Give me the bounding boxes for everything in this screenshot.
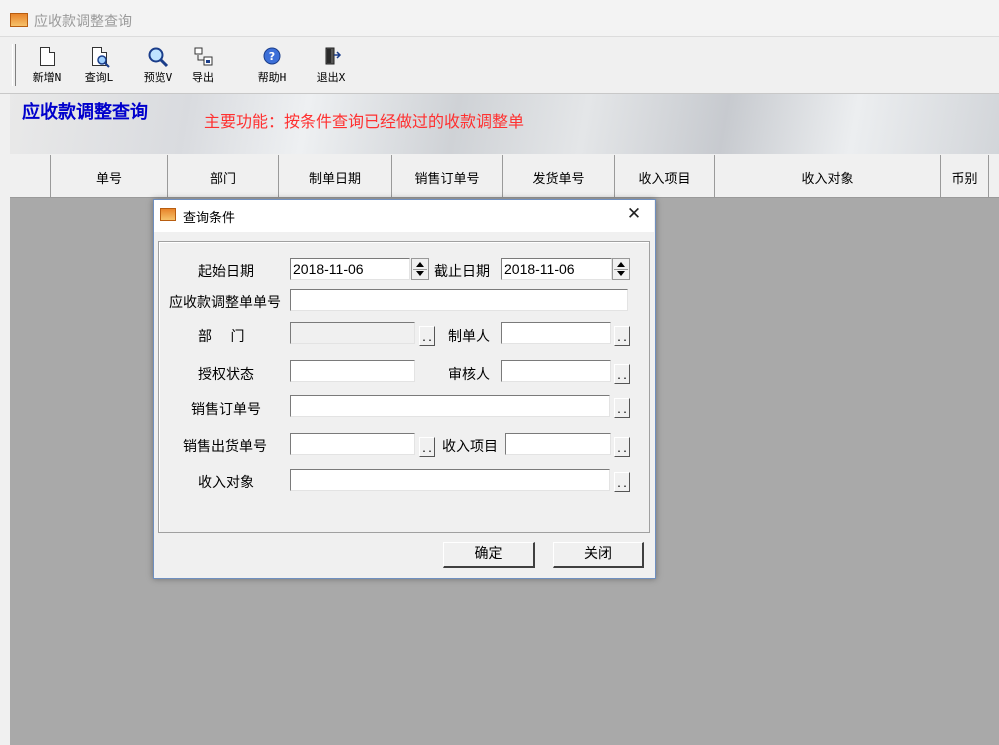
toolbar-grip[interactable] xyxy=(12,44,16,86)
preview-button[interactable]: 预览V xyxy=(136,44,180,88)
help-button[interactable]: ? 帮助H xyxy=(250,44,294,88)
query-button-label: 查询L xyxy=(84,71,114,84)
left-edge xyxy=(0,94,10,745)
close-button[interactable]: 关闭 xyxy=(553,542,644,568)
auth-status-field[interactable] xyxy=(290,360,415,382)
page-description: 主要功能：按条件查询已经做过的收款调整单 xyxy=(204,112,525,131)
delivery-no-browse-button[interactable]: .. xyxy=(419,437,435,457)
query-document-icon xyxy=(88,46,110,68)
new-button-label: 新增N xyxy=(32,71,62,84)
help-button-label: 帮助H xyxy=(257,71,287,84)
income-item-browse-button[interactable]: .. xyxy=(614,437,630,457)
department-field[interactable] xyxy=(290,322,415,344)
grid-column-header[interactable]: 发货单号 xyxy=(503,155,615,197)
adjust-no-field[interactable] xyxy=(290,289,628,311)
sales-order-label: 销售订单号 xyxy=(191,402,261,418)
magnifier-icon xyxy=(147,46,169,68)
grid-column-header[interactable]: 单号 xyxy=(51,155,168,197)
end-date-label: 截止日期 xyxy=(434,264,490,280)
export-icon xyxy=(192,46,214,68)
start-date-spinner[interactable] xyxy=(411,258,429,280)
auditor-label: 审核人 xyxy=(448,367,490,383)
app-logo-icon xyxy=(10,13,28,27)
maker-field[interactable] xyxy=(501,322,611,344)
end-date-spinner[interactable] xyxy=(612,258,630,280)
auditor-browse-button[interactable]: .. xyxy=(614,364,630,384)
income-item-label: 收入项目 xyxy=(442,439,498,455)
new-document-icon xyxy=(36,46,58,68)
grid-column-header[interactable]: 销售订单号 xyxy=(392,155,503,197)
delivery-no-label: 销售出货单号 xyxy=(183,439,267,455)
exit-button[interactable]: 退出X xyxy=(309,44,353,88)
department-label: 部 门 xyxy=(198,329,245,345)
exit-button-label: 退出X xyxy=(316,71,346,84)
preview-button-label: 预览V xyxy=(143,71,173,84)
start-date-field[interactable]: 2018-11-06 xyxy=(290,258,410,280)
grid-column-header[interactable]: 币别 xyxy=(941,155,989,197)
exit-door-icon xyxy=(320,46,342,68)
auth-status-label: 授权状态 xyxy=(198,367,254,383)
close-icon[interactable]: ✕ xyxy=(625,204,643,224)
svg-text:?: ? xyxy=(269,50,275,63)
dialog-logo-icon xyxy=(160,208,176,221)
maker-browse-button[interactable]: .. xyxy=(614,326,630,346)
dialog-title: 查询条件 xyxy=(183,211,236,226)
income-target-field[interactable] xyxy=(290,469,610,491)
new-button[interactable]: 新增N xyxy=(25,44,69,88)
income-target-browse-button[interactable]: .. xyxy=(614,472,630,492)
help-icon: ? xyxy=(261,46,283,68)
income-target-label: 收入对象 xyxy=(198,475,254,491)
income-item-field[interactable] xyxy=(505,433,611,455)
grid-column-header[interactable]: 制单日期 xyxy=(279,155,392,197)
grid-row-indicator-header xyxy=(10,155,51,197)
department-browse-button[interactable]: .. xyxy=(419,326,435,346)
delivery-no-field[interactable] xyxy=(290,433,415,455)
adjust-no-label: 应收款调整单单号 xyxy=(169,295,281,311)
grid-column-header[interactable]: 收入项目 xyxy=(615,155,715,197)
start-date-label: 起始日期 xyxy=(198,264,254,280)
end-date-field[interactable]: 2018-11-06 xyxy=(501,258,612,280)
auditor-field[interactable] xyxy=(501,360,611,382)
page-title: 应收款调整查询 xyxy=(22,102,148,123)
window-title: 应收款调整查询 xyxy=(34,14,132,30)
maker-label: 制单人 xyxy=(448,329,490,345)
export-button-label: 导出 xyxy=(192,71,214,84)
export-button[interactable]: 导出 xyxy=(181,44,225,88)
sales-order-browse-button[interactable]: .. xyxy=(614,398,630,418)
grid-column-header[interactable]: 部门 xyxy=(168,155,279,197)
window-titlebar xyxy=(0,0,999,37)
sales-order-field[interactable] xyxy=(290,395,610,417)
grid-column-header[interactable]: 收入对象 xyxy=(715,155,941,197)
query-button[interactable]: 查询L xyxy=(77,44,121,88)
ok-button[interactable]: 确定 xyxy=(443,542,535,568)
